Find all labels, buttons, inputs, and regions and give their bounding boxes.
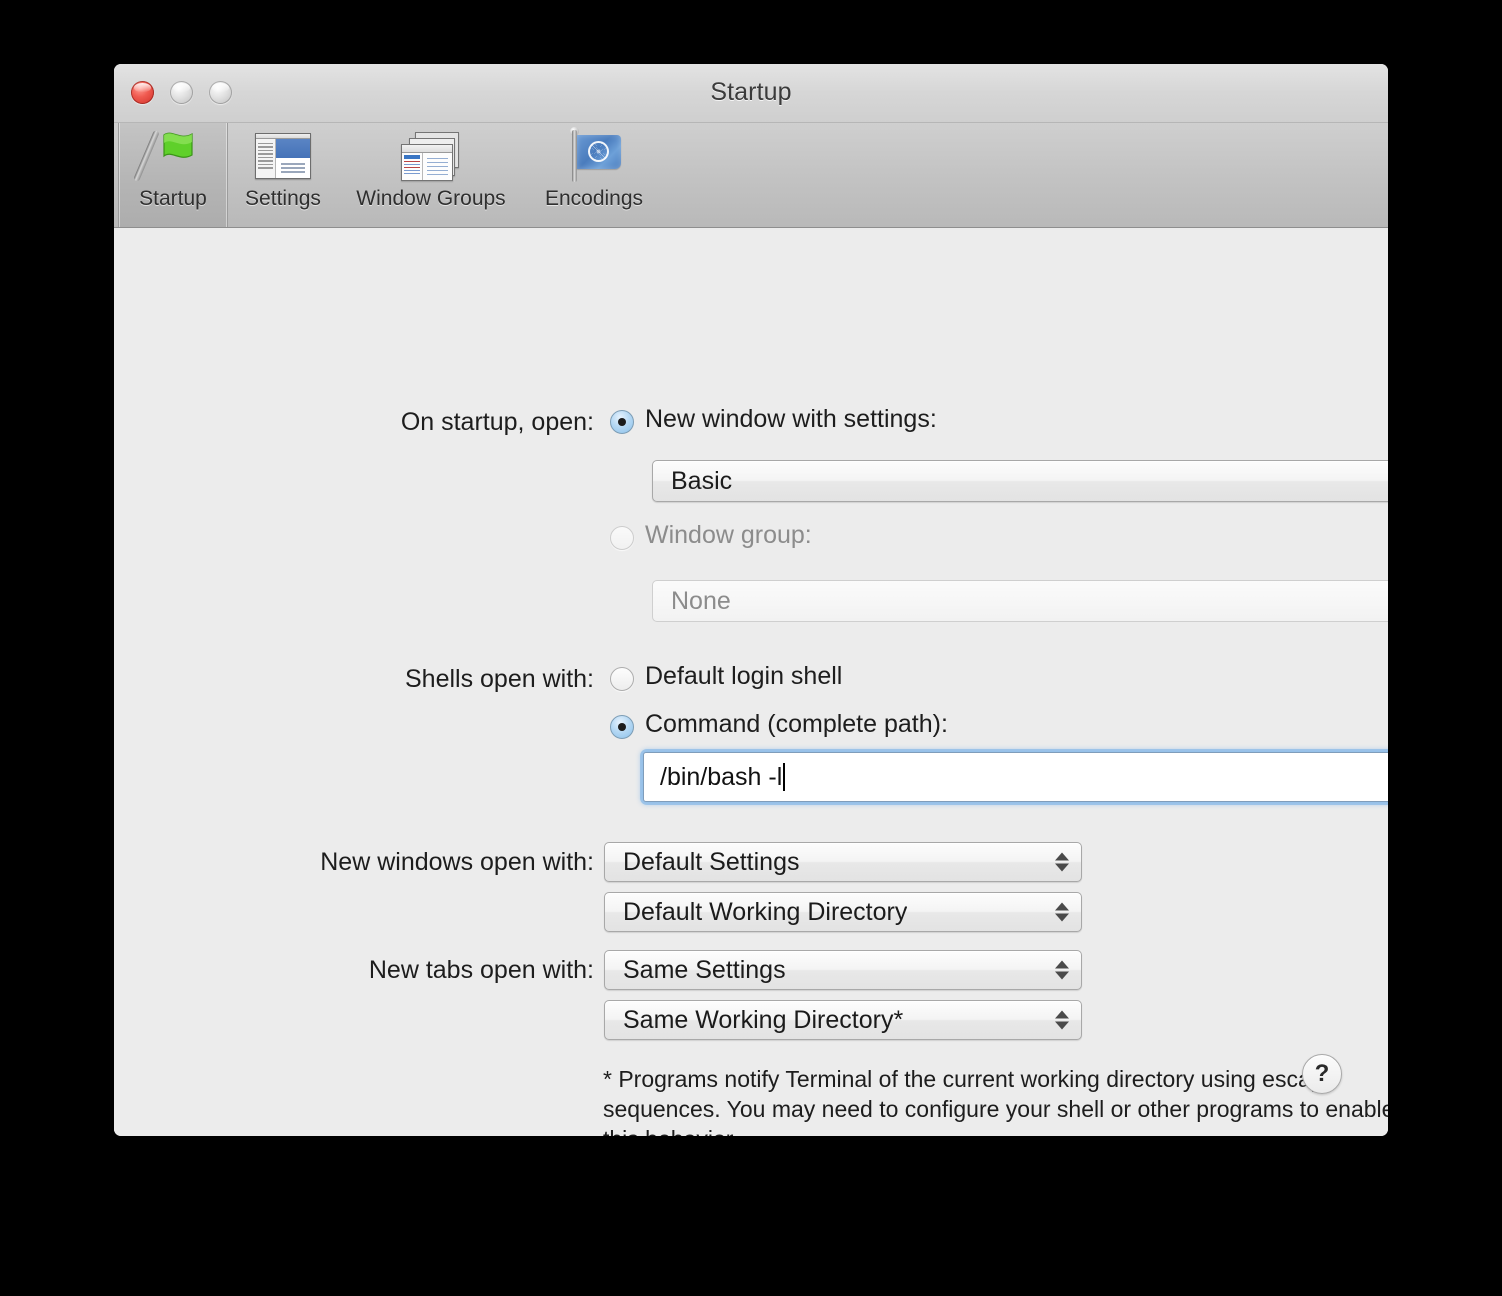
content-area: On startup, open: New window with settin… [114, 228, 1388, 1136]
toolbar-item-startup[interactable]: Startup [118, 123, 228, 227]
command-field-focus-ring: /bin/bash -l [643, 752, 1388, 802]
radio-new-window-with-settings[interactable] [610, 410, 634, 434]
text-caret [783, 763, 786, 791]
command-field-value: /bin/bash -l [660, 762, 783, 791]
new-windows-settings-popup[interactable]: Default Settings [604, 842, 1082, 882]
radio-command-complete-path[interactable] [610, 715, 634, 739]
new-tabs-settings-popup-stepper[interactable] [1055, 960, 1069, 980]
window-group-popup-value: None [671, 586, 731, 615]
un-flag-icon [563, 127, 625, 185]
toolbar-item-settings-label: Settings [245, 187, 321, 210]
settings-icon-text [276, 157, 310, 178]
shells-open-with-label: Shells open with: [404, 665, 594, 693]
new-tabs-settings-popup[interactable]: Same Settings [604, 950, 1082, 990]
toolbar-item-startup-label: Startup [139, 187, 207, 210]
radio-window-group-label: Window group: [645, 521, 812, 549]
working-directory-footnote: * Programs notify Terminal of the curren… [603, 1066, 1388, 1136]
startup-settings-popup-value: Basic [671, 466, 733, 495]
radio-command-complete-path-label: Command (complete path): [645, 710, 948, 738]
toolbar: Startup Settings Window Groups Encodings [114, 123, 1388, 228]
new-tabs-open-with-label: New tabs open with: [368, 956, 594, 984]
radio-new-window-with-settings-label: New window with settings: [645, 405, 937, 433]
toolbar-item-encodings[interactable]: Encodings [524, 123, 664, 227]
new-windows-directory-popup-stepper[interactable] [1055, 902, 1069, 922]
on-startup-label: On startup, open: [400, 408, 594, 436]
new-windows-settings-popup-stepper[interactable] [1055, 852, 1069, 872]
window-groups-icon [401, 127, 461, 185]
radio-window-group[interactable] [610, 526, 634, 550]
settings-window-icon [255, 127, 311, 185]
new-tabs-directory-popup-stepper[interactable] [1055, 1010, 1069, 1030]
radio-default-login-shell[interactable] [610, 667, 634, 691]
green-flag-icon [133, 127, 204, 185]
new-windows-directory-popup[interactable]: Default Working Directory [604, 892, 1082, 932]
window-title: Startup [710, 78, 792, 106]
window-groups-icon-front [401, 144, 453, 181]
toolbar-item-encodings-label: Encodings [544, 187, 644, 210]
new-tabs-settings-popup-value: Same Settings [623, 955, 786, 984]
help-button[interactable]: ? [1302, 1054, 1342, 1094]
command-field[interactable]: /bin/bash -l [643, 752, 1388, 802]
new-tabs-directory-popup[interactable]: Same Working Directory* [604, 1000, 1082, 1040]
un-emblem [588, 141, 609, 162]
titlebar: Startup [114, 64, 1388, 123]
new-windows-settings-popup-value: Default Settings [623, 847, 800, 876]
preferences-window: Startup Startup Settings Window Groups E… [114, 64, 1388, 1136]
toolbar-item-settings[interactable]: Settings [228, 123, 338, 227]
new-windows-open-with-label: New windows open with: [320, 848, 594, 876]
new-tabs-directory-popup-value: Same Working Directory* [623, 1005, 904, 1034]
un-flag-cloth [577, 135, 621, 169]
startup-settings-popup[interactable]: Basic [652, 460, 1388, 502]
window-group-popup[interactable]: None [652, 580, 1388, 622]
settings-icon-list [256, 138, 276, 178]
new-windows-directory-popup-value: Default Working Directory [623, 897, 908, 926]
settings-icon-preview [276, 138, 310, 158]
radio-default-login-shell-label: Default login shell [645, 662, 843, 690]
toolbar-item-window-groups[interactable]: Window Groups [338, 123, 524, 227]
toolbar-item-window-groups-label: Window Groups [356, 187, 506, 210]
